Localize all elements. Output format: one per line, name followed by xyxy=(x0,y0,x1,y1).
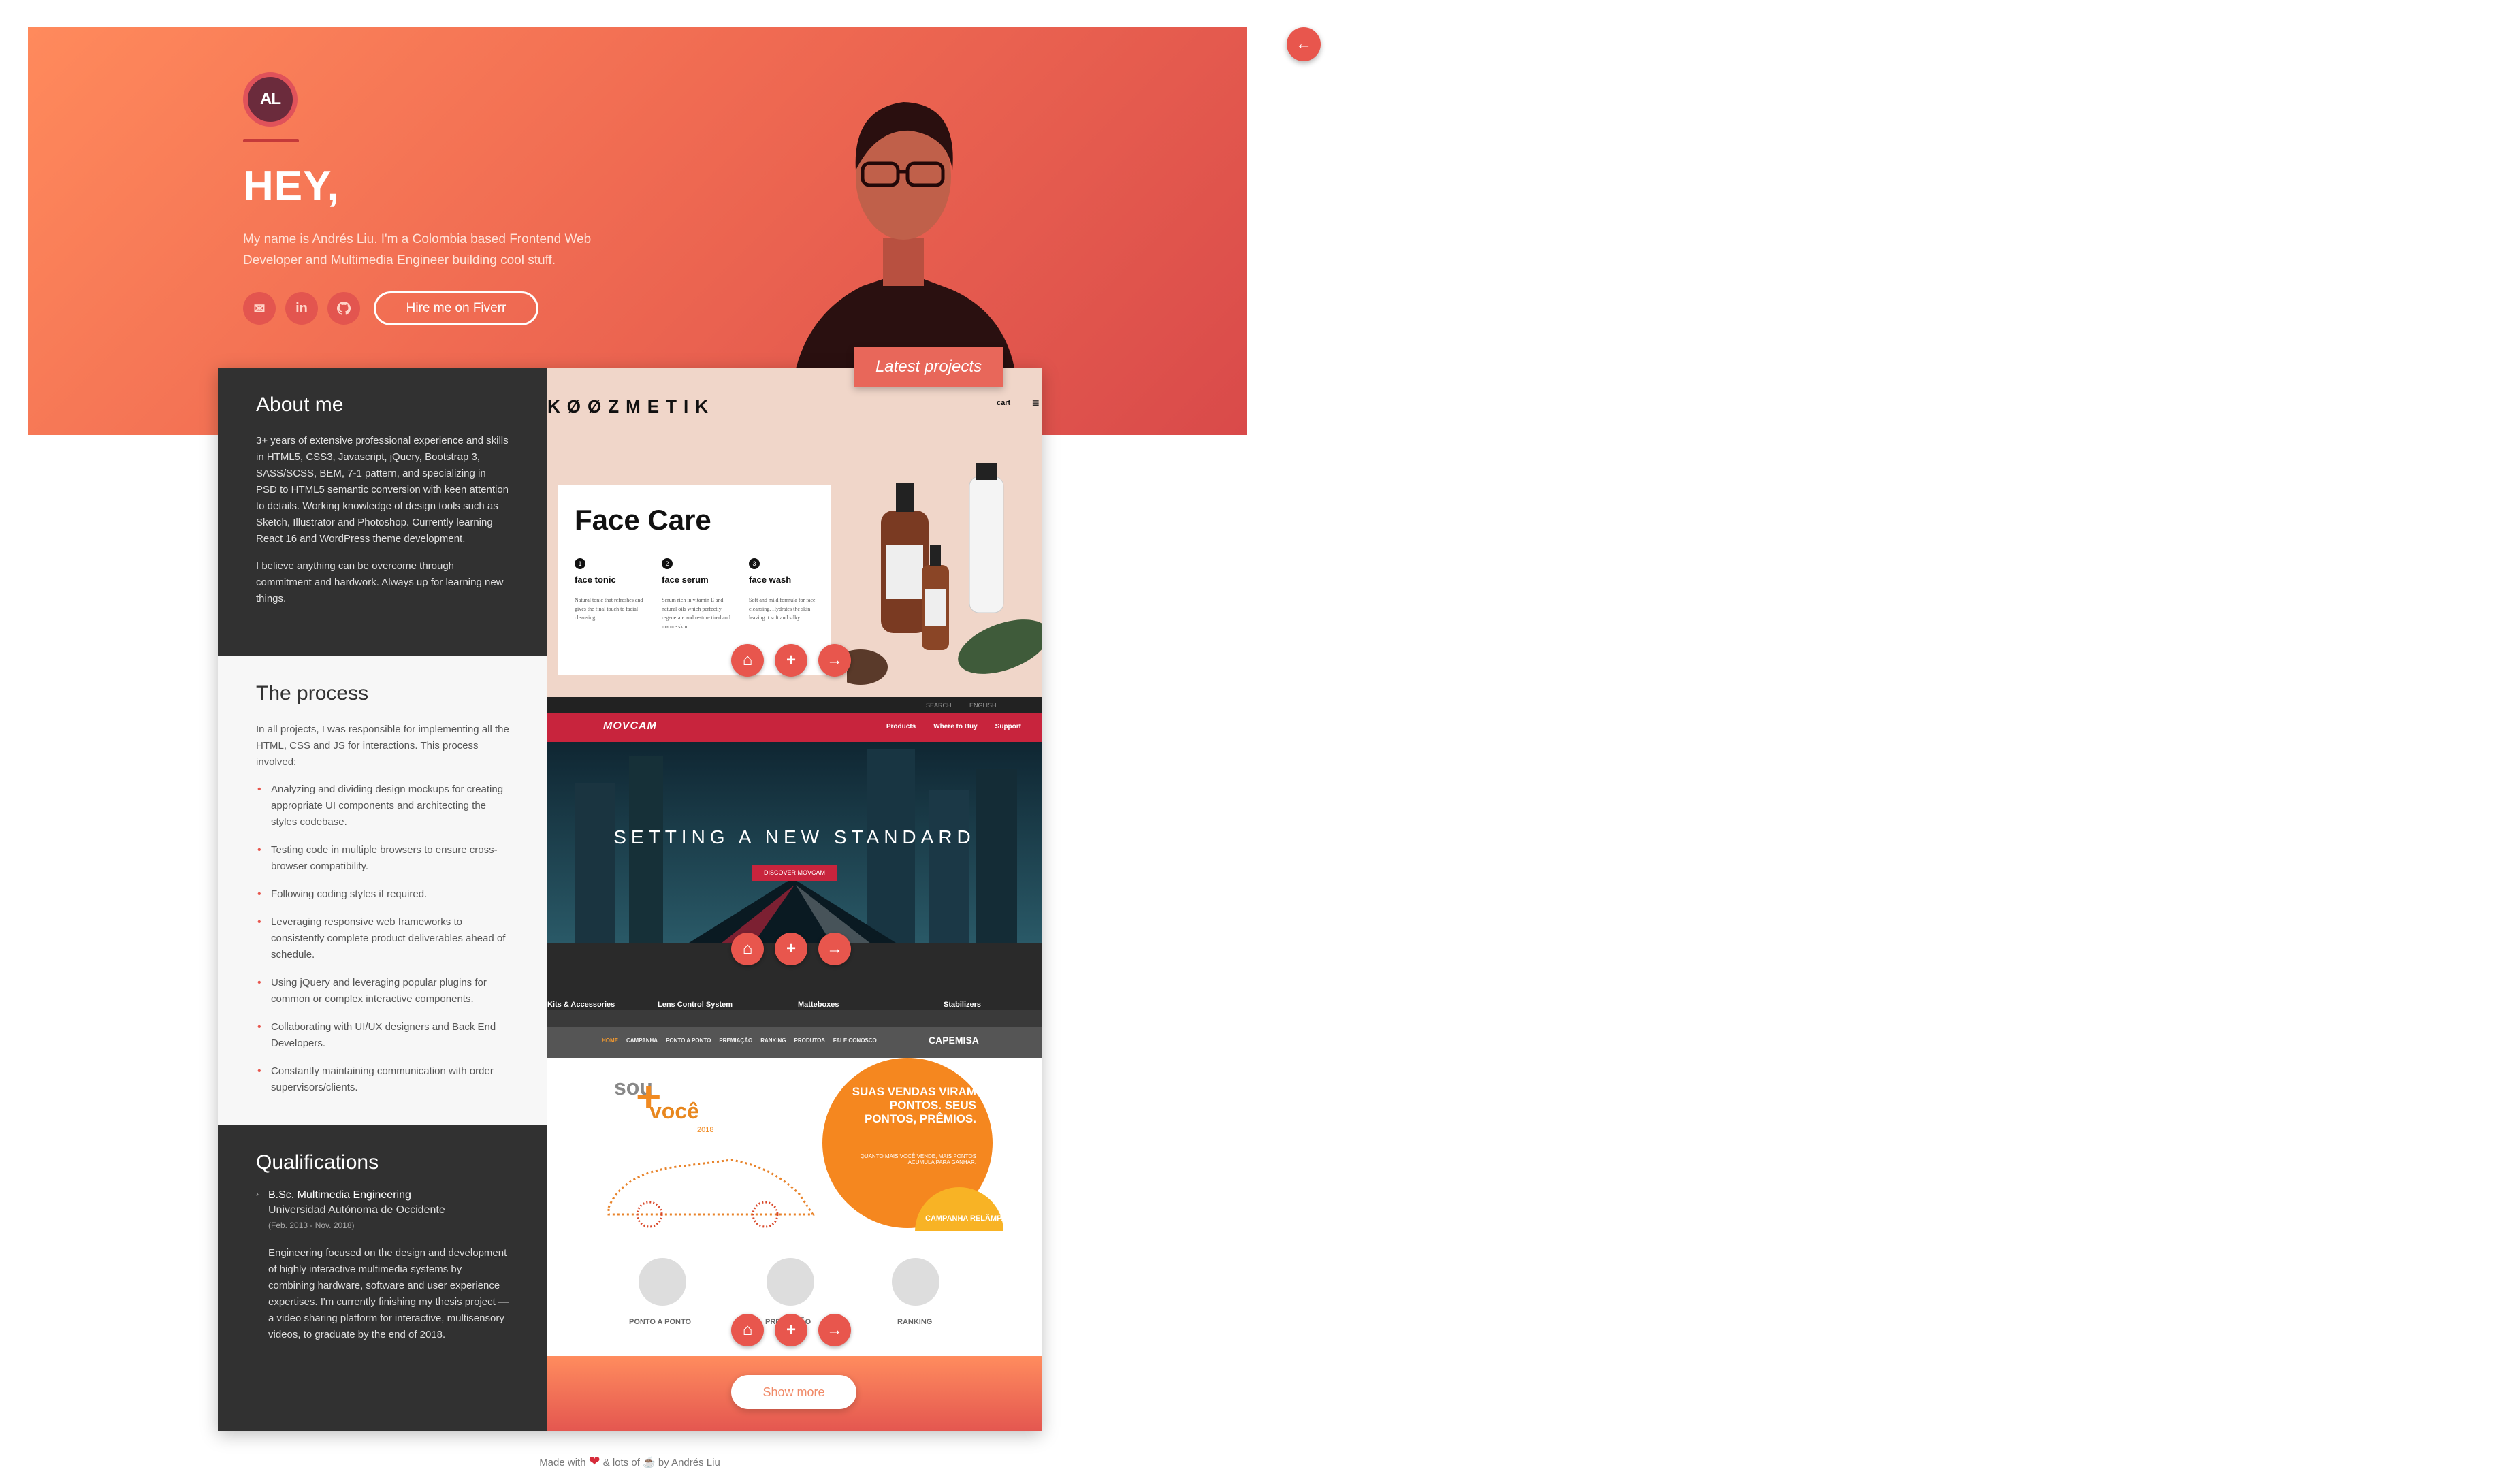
koozmetik-title: Face Care xyxy=(575,504,711,536)
bullet-icon: • xyxy=(257,977,261,988)
gift-icon xyxy=(767,1258,814,1306)
project-capemisa[interactable]: HOME CAMPANHA PONTO A PONTO PREMIAÇÃO RA… xyxy=(547,1027,1042,1370)
hero-intro: My name is Andrés Liu. I'm a Colombia ba… xyxy=(243,232,592,268)
piggy-bank-icon xyxy=(639,1258,686,1306)
plus-icon[interactable]: + xyxy=(775,644,807,677)
movcam-bottom-bar xyxy=(547,1010,1042,1027)
logo-underline xyxy=(243,139,299,142)
qualifications-section: Qualifications › B.Sc. Multimedia Enginee… xyxy=(218,1125,547,1431)
promo-subtext: QUANTO MAIS VOCÊ VENDE, MAIS PONTOS ACUM… xyxy=(860,1153,976,1165)
cart-label: cart xyxy=(997,399,1011,407)
sidebar: About me 3+ years of extensive professio… xyxy=(218,368,547,1431)
about-section: About me 3+ years of extensive professio… xyxy=(218,368,547,656)
product-item: 3 face wash Soft and mild formula for fa… xyxy=(749,558,818,631)
plus-icon[interactable]: + xyxy=(775,933,807,965)
logo-icon[interactable]: AL xyxy=(243,72,298,127)
movcam-topbar: SEARCH ENGLISH xyxy=(547,697,1042,713)
show-more-button[interactable]: Show more xyxy=(731,1375,856,1409)
movcam-links: Products Where to Buy Support xyxy=(886,723,1021,730)
arrow-right-icon[interactable]: → xyxy=(818,933,851,965)
list-item: • Testing code in multiple browsers to en… xyxy=(256,842,509,875)
heart-icon: ❤ xyxy=(588,1454,600,1469)
email-icon[interactable]: ✉ xyxy=(243,292,276,325)
qualifications-title: Qualifications xyxy=(256,1151,379,1174)
github-icon[interactable]: ⌂ xyxy=(731,1314,764,1346)
latest-projects-tag: Latest projects xyxy=(854,347,1003,387)
capemisa-nav: HOME CAMPANHA PONTO A PONTO PREMIAÇÃO RA… xyxy=(547,1027,1042,1058)
project-movcam[interactable]: SEARCH ENGLISH MOVCAM Products Where to … xyxy=(547,697,1042,1027)
plus-icon[interactable]: + xyxy=(775,1314,807,1346)
capemisa-links: HOME CAMPANHA PONTO A PONTO PREMIAÇÃO RA… xyxy=(602,1037,877,1044)
project-actions: ⌂ + → xyxy=(731,1314,851,1346)
bullet-icon: • xyxy=(257,888,261,900)
linkedin-icon[interactable]: in xyxy=(285,292,318,325)
bullet-icon: • xyxy=(257,784,261,795)
bullet-icon: • xyxy=(257,1021,261,1033)
github-icon[interactable]: ⌂ xyxy=(731,644,764,677)
arrow-right-icon[interactable]: → xyxy=(818,644,851,677)
list-item: • Leveraging responsive web frameworks to… xyxy=(256,914,509,963)
coffee-icon: ☕ xyxy=(643,1457,656,1468)
product-item: 1 face tonic Natural tonic that refreshe… xyxy=(575,558,644,631)
about-title: About me xyxy=(256,393,344,416)
koozmetik-logo: KØØZMETIK xyxy=(547,396,715,417)
about-paragraph-1: 3+ years of extensive professional exper… xyxy=(256,435,509,545)
hero-greeting: HEY, xyxy=(243,163,340,210)
product-item: 2 face serum Serum rich in vitamin E and… xyxy=(662,558,731,631)
projects-column: KØØZMETIK cart ≡ Face Care 1 face tonic … xyxy=(547,368,1042,1431)
movcam-nav: MOVCAM Products Where to Buy Support xyxy=(547,713,1042,742)
process-title: The process xyxy=(256,682,369,705)
process-list: • Analyzing and dividing design mockups f… xyxy=(256,781,509,1096)
capemisa-hero: sou + você 2018 SUAS VENDAS VIRAM PONTOS… xyxy=(547,1058,1042,1276)
movcam-cta-button[interactable]: DISCOVER MOVCAM xyxy=(752,865,837,881)
capemisa-logo: CAPEMISA xyxy=(929,1035,979,1046)
ranking-icon xyxy=(892,1258,939,1306)
bullet-icon: • xyxy=(257,916,261,928)
koozmetik-products: 1 face tonic Natural tonic that refreshe… xyxy=(575,558,818,631)
process-section: The process In all projects, I was respo… xyxy=(218,656,547,1125)
project-actions: ⌂ + → xyxy=(731,933,851,965)
list-item: • Following coding styles if required. xyxy=(256,886,509,903)
about-paragraph-2: I believe anything can be overcome throu… xyxy=(256,560,504,604)
degree: › B.Sc. Multimedia Engineering xyxy=(256,1189,411,1201)
movcam-logo: MOVCAM xyxy=(603,720,657,732)
list-item: • Collaborating with UI/UX designers and … xyxy=(256,1019,509,1052)
bullet-icon: › xyxy=(256,1189,259,1199)
list-item: • Analyzing and dividing design mockups f… xyxy=(256,781,509,830)
flash-label: CAMPANHA RELÂMPAGO xyxy=(925,1214,1018,1223)
footer-credit: Made with ❤ & lots of ☕ by Andrés Liu xyxy=(539,1454,720,1469)
promo-headline: SUAS VENDAS VIRAM PONTOS. SEUS PONTOS, P… xyxy=(852,1085,976,1125)
bullet-icon: • xyxy=(257,844,261,856)
movcam-headline: SETTING A NEW STANDARD xyxy=(613,826,976,848)
social-links: ✉ in Hire me on Fiverr xyxy=(243,291,538,325)
project-actions: ⌂ + → xyxy=(731,644,851,677)
main-card: About me 3+ years of extensive professio… xyxy=(218,368,1042,1431)
hire-fiverr-button[interactable]: Hire me on Fiverr xyxy=(374,291,538,325)
arrow-right-icon[interactable]: → xyxy=(818,1314,851,1346)
back-arrow-icon[interactable]: ← xyxy=(1287,27,1321,61)
menu-icon: ≡ xyxy=(1032,396,1040,410)
degree-dates: (Feb. 2013 - Nov. 2018) xyxy=(268,1221,355,1230)
project-koozmetik[interactable]: KØØZMETIK cart ≡ Face Care 1 face tonic … xyxy=(547,368,1042,697)
process-intro: In all projects, I was responsible for i… xyxy=(256,724,509,768)
github-icon[interactable]: ⌂ xyxy=(731,933,764,965)
degree-description: Engineering focused on the design and de… xyxy=(268,1247,509,1340)
list-item: • Using jQuery and leveraging popular plu… xyxy=(256,975,509,1007)
bullet-icon: • xyxy=(257,1065,261,1077)
github-icon[interactable] xyxy=(327,292,360,325)
car-image xyxy=(607,1159,815,1228)
list-item: • Constantly maintaining communication wi… xyxy=(256,1063,509,1096)
university: Universidad Autónoma de Occidente xyxy=(268,1204,445,1216)
bottles-image xyxy=(847,463,1042,685)
